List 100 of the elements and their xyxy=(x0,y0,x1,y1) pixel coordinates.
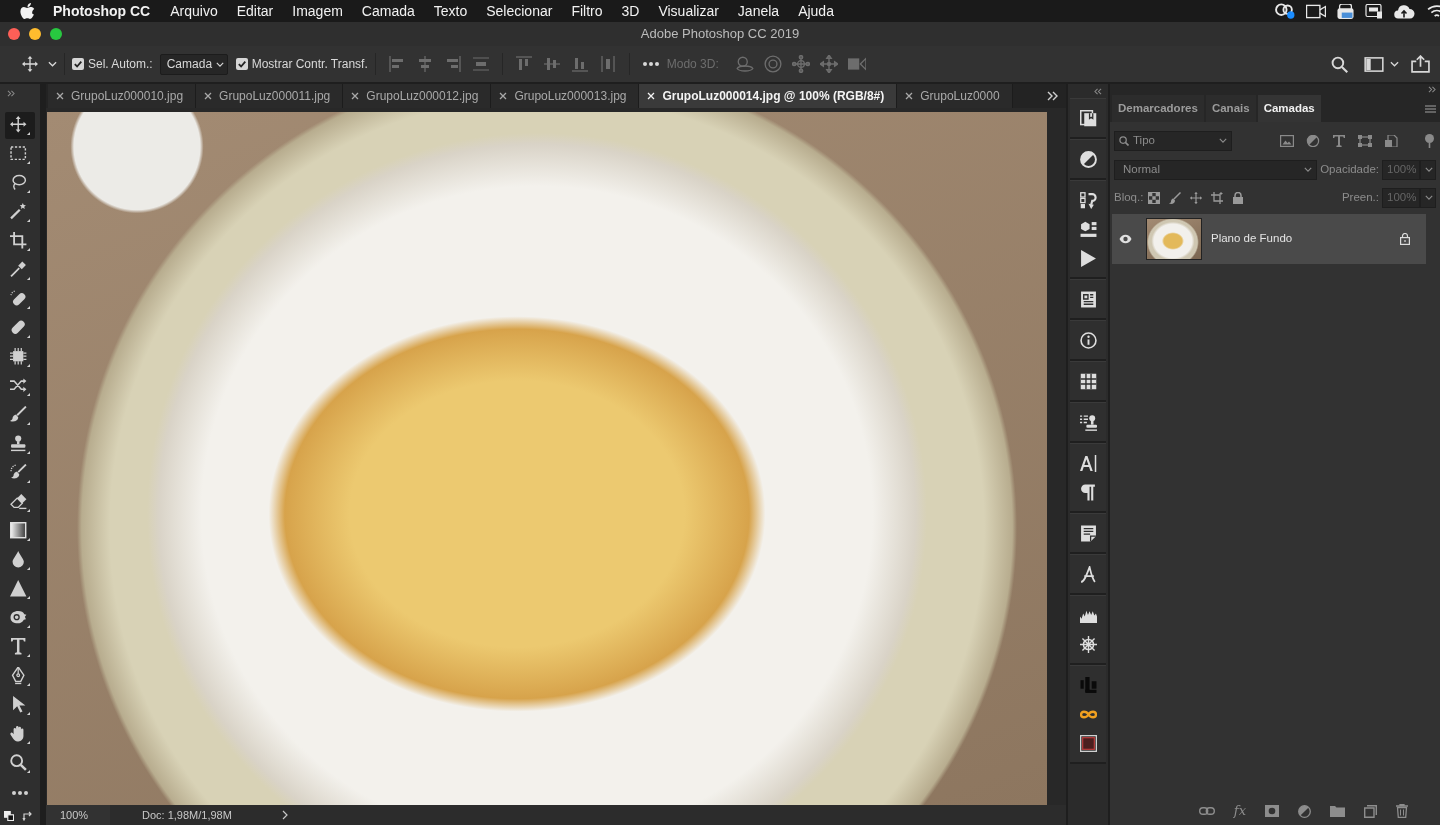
folder-icon[interactable] xyxy=(1330,805,1345,817)
close-icon[interactable] xyxy=(499,92,508,100)
wheel-icon[interactable] xyxy=(1079,636,1097,653)
close-icon[interactable] xyxy=(905,92,914,100)
character-icon[interactable] xyxy=(1079,455,1097,472)
menu-item[interactable]: Janela xyxy=(737,0,780,22)
more-tabs-chevrons-icon[interactable] xyxy=(1047,91,1058,101)
align-horizontal-centers-icon[interactable] xyxy=(416,56,433,72)
video-camera-icon[interactable] xyxy=(1306,3,1326,19)
wifi-icon[interactable] xyxy=(1426,5,1440,17)
menu-item[interactable]: Camada xyxy=(361,0,415,22)
caret-icon[interactable] xyxy=(48,61,57,67)
cloud-upload-icon[interactable] xyxy=(1394,3,1415,19)
layer-filter-dropdown[interactable]: Tipo xyxy=(1114,130,1232,151)
cube-layers-icon[interactable] xyxy=(1079,221,1097,238)
display-card-icon[interactable] xyxy=(1365,3,1383,19)
crop-icon[interactable] xyxy=(1211,191,1224,204)
menu-item[interactable]: 3D xyxy=(621,0,640,22)
trash-icon[interactable] xyxy=(1396,804,1408,818)
document-tab[interactable]: GrupoLuz000010.jpg xyxy=(48,84,197,108)
search-icon[interactable] xyxy=(1331,55,1348,73)
tool-button[interactable] xyxy=(5,112,35,139)
fx-button[interactable]: fx xyxy=(1233,801,1246,821)
layer-row[interactable]: Plano de Fundo xyxy=(1112,214,1426,264)
caret-icon[interactable] xyxy=(1390,61,1399,67)
document-tab[interactable]: GrupoLuz000011.jpg xyxy=(196,84,344,108)
panel-tab[interactable]: Camadas xyxy=(1257,95,1321,122)
auto-select-target-dropdown[interactable]: Camada xyxy=(159,53,228,75)
menu-item[interactable]: Texto xyxy=(433,0,468,22)
window-layout-icon[interactable] xyxy=(1364,56,1384,72)
panels-bookmark-icon[interactable] xyxy=(1079,110,1097,127)
concentric-circles-icon[interactable] xyxy=(763,55,782,73)
cross-with-circles-icon[interactable] xyxy=(791,55,810,73)
checkerboard-icon[interactable] xyxy=(1148,191,1161,204)
expand-chevrons-icon[interactable] xyxy=(7,90,15,97)
panel-menu-icon[interactable] xyxy=(1425,104,1436,113)
close-icon[interactable] xyxy=(204,92,213,100)
zoom-field[interactable]: 100% xyxy=(46,805,110,825)
fill-slider-button[interactable] xyxy=(1420,187,1436,208)
close-icon[interactable] xyxy=(351,92,360,100)
orbit-icon[interactable] xyxy=(735,55,754,73)
transform-box-icon[interactable] xyxy=(1358,134,1372,147)
document-tab[interactable]: GrupoLuz000012.jpg xyxy=(343,84,492,108)
close-icon[interactable] xyxy=(56,92,64,100)
panel-tab[interactable]: Demarcadores xyxy=(1112,95,1204,122)
type-icon[interactable] xyxy=(1332,134,1346,147)
menu-item[interactable]: Editar xyxy=(236,0,274,22)
brush-icon[interactable] xyxy=(1169,191,1182,204)
close-window-icon[interactable] xyxy=(8,28,20,40)
link-icon[interactable] xyxy=(1198,807,1215,815)
linked-circles-icon[interactable] xyxy=(1275,3,1295,19)
move-icon[interactable] xyxy=(1190,191,1203,204)
mask-icon[interactable] xyxy=(1265,805,1279,817)
menu-item[interactable]: Selecionar xyxy=(486,0,553,22)
menu-item[interactable]: Filtro xyxy=(571,0,603,22)
zoom-window-icon[interactable] xyxy=(50,28,62,40)
align-vertical-centers-icon[interactable] xyxy=(543,56,560,72)
app-menu[interactable]: Photoshop CC xyxy=(53,0,151,22)
info-icon[interactable] xyxy=(1079,332,1097,349)
document-tab[interactable]: GrupoLuz000014.jpg @ 100% (RGB/8#) xyxy=(639,84,898,108)
align-bottom-edges-icon[interactable] xyxy=(571,56,588,72)
list-stamp-icon[interactable] xyxy=(1079,414,1097,431)
checkbox[interactable] xyxy=(72,58,84,70)
pin-icon[interactable] xyxy=(1425,133,1434,148)
color-swatches-icon[interactable] xyxy=(4,811,14,821)
collapse-chevrons-icon[interactable] xyxy=(1094,87,1102,95)
swap-arrow-icon[interactable] xyxy=(22,811,32,821)
minimize-window-icon[interactable] xyxy=(29,28,41,40)
image-icon[interactable] xyxy=(1280,134,1294,147)
distribute-vertical-icon[interactable] xyxy=(599,56,616,72)
opacity-slider-button[interactable] xyxy=(1420,159,1436,180)
share-icon[interactable] xyxy=(1411,55,1430,73)
paragraph-icon[interactable] xyxy=(1079,484,1097,501)
document-icon[interactable] xyxy=(1079,525,1097,542)
document-layout-icon[interactable] xyxy=(1079,291,1097,308)
four-way-arrow-icon[interactable] xyxy=(819,55,838,73)
grid-icon[interactable] xyxy=(1079,373,1097,390)
squares-arrow-icon[interactable] xyxy=(1079,192,1097,209)
menu-item[interactable]: Visualizar xyxy=(658,0,719,22)
more-options-icon[interactable] xyxy=(642,62,659,66)
stacked-windows-icon[interactable] xyxy=(1337,3,1354,19)
document-tab[interactable]: GrupoLuz0000 xyxy=(897,84,1013,108)
panel-tab[interactable]: Canais xyxy=(1205,95,1256,122)
align-right-edges-icon[interactable] xyxy=(444,56,461,72)
align-top-edges-icon[interactable] xyxy=(515,56,532,72)
distribute-icon[interactable] xyxy=(472,56,489,72)
checkbox[interactable] xyxy=(235,58,248,70)
menu-item[interactable]: Arquivo xyxy=(170,0,218,22)
lock-icon[interactable] xyxy=(1232,191,1245,204)
expand-chevrons-icon[interactable] xyxy=(1428,86,1436,93)
align-left-edges-icon[interactable] xyxy=(388,56,405,72)
new-layer-icon[interactable] xyxy=(1364,804,1377,818)
menu-item[interactable]: Ajuda xyxy=(798,0,834,22)
play-icon[interactable] xyxy=(1079,250,1097,267)
chevron-icon[interactable] xyxy=(282,810,288,820)
lock-icon[interactable] xyxy=(1400,233,1410,245)
menu-item[interactable]: Imagem xyxy=(292,0,343,22)
document-tab[interactable]: GrupoLuz000013.jpg xyxy=(491,84,640,108)
script-letter-icon[interactable] xyxy=(1079,566,1097,583)
eye-icon[interactable] xyxy=(1118,234,1132,244)
